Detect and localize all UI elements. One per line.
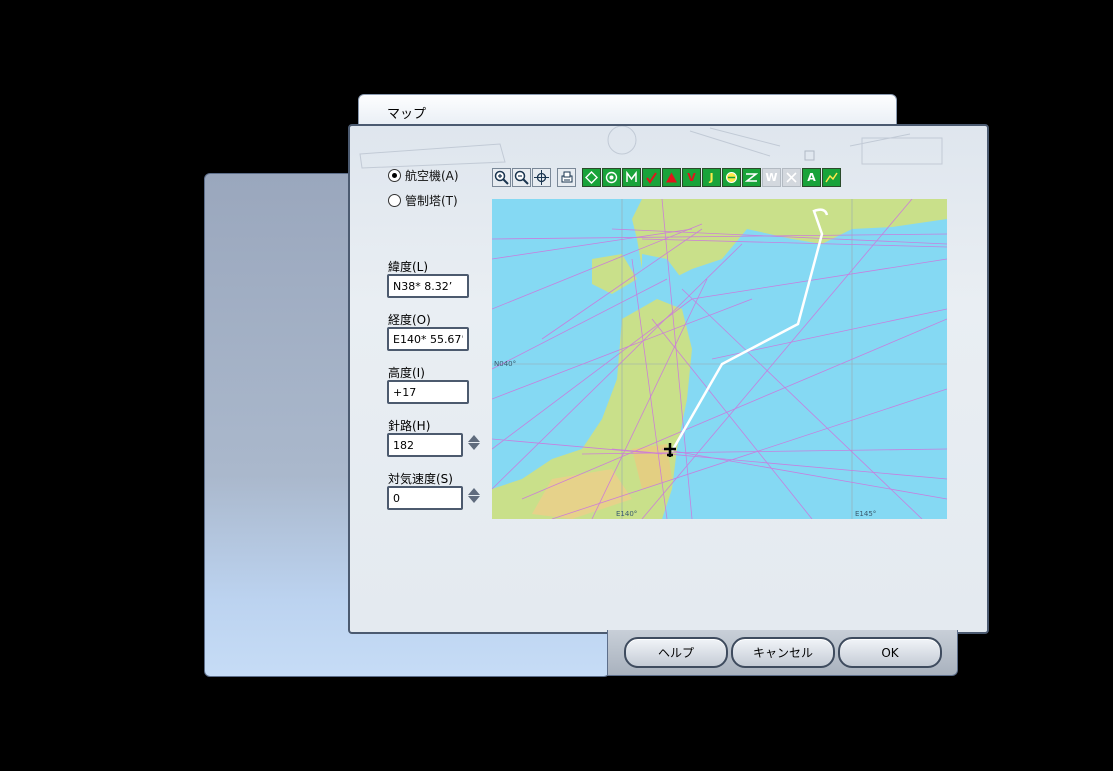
airspeed-spinner[interactable] [467,487,481,509]
airport-filter-icon[interactable] [662,168,681,187]
radio-tower-label: 管制塔(T) [405,194,458,208]
ok-button[interactable]: OK [838,637,942,668]
spin-down-icon[interactable] [468,496,480,503]
ndb-filter-icon[interactable] [602,168,621,187]
decorative-chart-watermark [359,126,943,169]
radio-aircraft-label: 航空機(A) [405,169,459,183]
intersection-filter-icon[interactable] [642,168,661,187]
help-button[interactable]: ヘルプ [624,637,728,668]
dialog-title: マップ [387,107,427,122]
flight-plan-icon[interactable] [722,168,741,187]
latitude-field[interactable] [387,274,469,298]
victor-airway-icon[interactable]: V [682,168,701,187]
jet-airway-icon[interactable]: J [702,168,721,187]
print-icon[interactable] [557,168,576,187]
map-canvas[interactable] [492,199,947,519]
dialog-button-bar: ヘルプ キャンセル OK [607,630,958,676]
radio-aircraft[interactable]: 航空機(A) [388,167,459,184]
heading-label: 針路(H) [388,419,431,433]
heading-spinner[interactable] [467,434,481,456]
longitude-grid-label-140: E140° [616,510,638,518]
latitude-label: 緯度(L) [388,260,429,274]
spin-down-icon[interactable] [468,443,480,450]
cancel-button[interactable]: キャンセル [731,637,835,668]
heading-field[interactable] [387,433,463,457]
zoom-in-icon[interactable] [492,168,511,187]
airspeed-label: 対気速度(S) [388,472,453,486]
longitude-field[interactable] [387,327,469,351]
terrain-toggle-icon[interactable] [822,168,841,187]
center-aircraft-icon[interactable] [532,168,551,187]
altitude-label: 高度(I) [388,366,425,380]
labels-toggle-icon[interactable]: A [802,168,821,187]
ils-filter-icon[interactable] [622,168,641,187]
longitude-label: 経度(O) [388,313,431,327]
weather-toggle-icon[interactable]: W [762,168,781,187]
radio-tower[interactable]: 管制塔(T) [388,192,458,209]
wind-toggle-icon[interactable] [782,168,801,187]
airspeed-field[interactable] [387,486,463,510]
radio-aircraft-indicator[interactable] [388,169,401,182]
radio-tower-indicator[interactable] [388,194,401,207]
zoom-out-icon[interactable] [512,168,531,187]
route-icon[interactable] [742,168,761,187]
map-toolbar: V J W A [492,168,841,187]
longitude-grid-label-145: E145° [855,510,877,518]
spin-up-icon[interactable] [468,435,480,442]
spin-up-icon[interactable] [468,488,480,495]
vor-filter-icon[interactable] [582,168,601,187]
altitude-field[interactable] [387,380,469,404]
latitude-grid-label: N040° [494,360,517,368]
map-view[interactable]: N040° E140° E145° [492,199,947,519]
